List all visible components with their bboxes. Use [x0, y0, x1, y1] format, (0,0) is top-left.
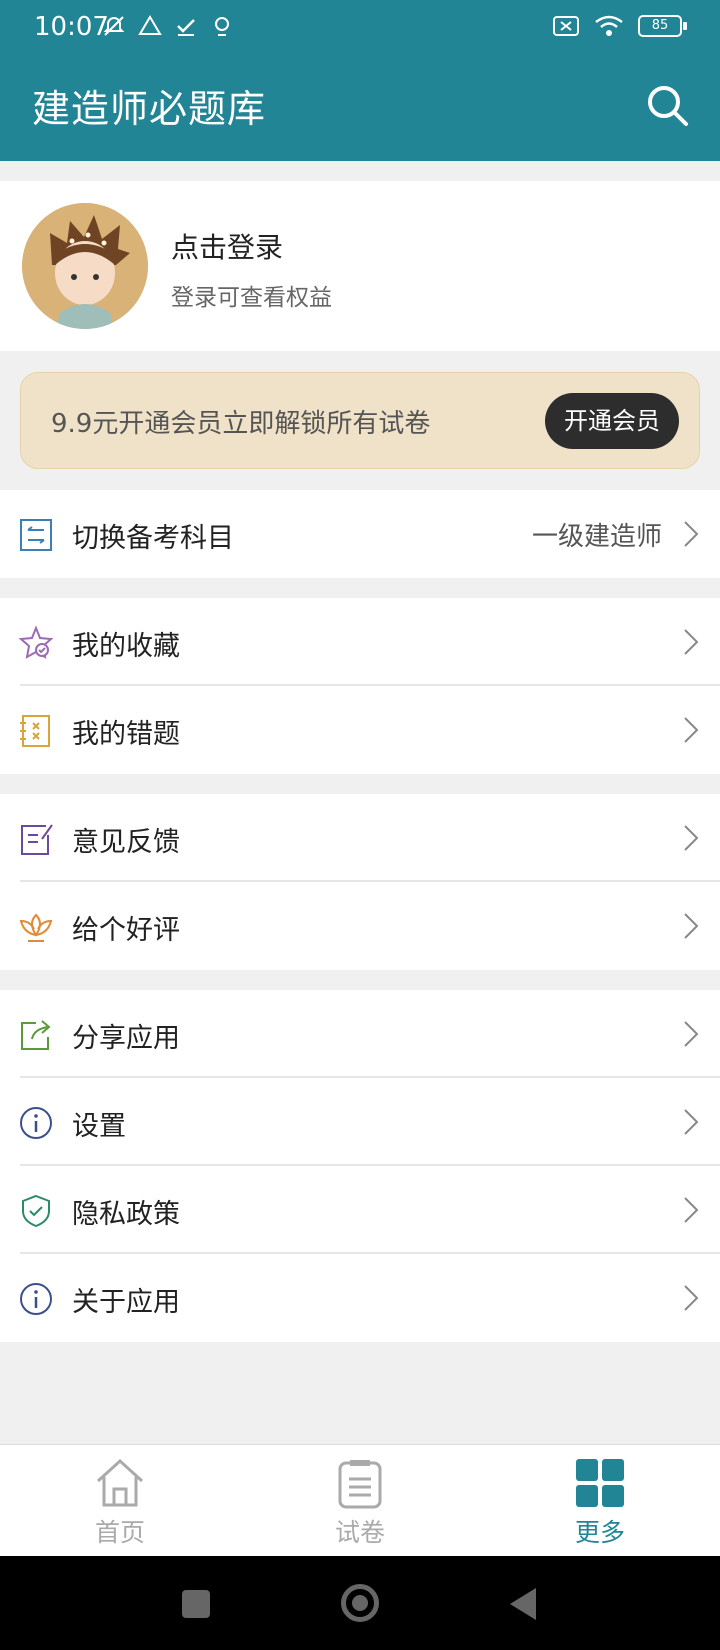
- bottom-tab-bar: 首页 试卷 更多: [0, 1444, 720, 1556]
- subject-section: 切换备考科目 一级建造师: [0, 490, 720, 578]
- search-icon[interactable]: [644, 82, 690, 128]
- profile-card[interactable]: 点击登录 登录可查看权益: [0, 181, 720, 351]
- chevron-right-icon: [684, 1285, 699, 1311]
- menu-item-label: 隐私政策: [72, 1199, 180, 1230]
- tab-label: 更多: [574, 1518, 625, 1547]
- menu-item-label: 我的错题: [72, 719, 180, 750]
- switch-subject-row[interactable]: 切换备考科目 一级建造师: [0, 490, 720, 578]
- vip-banner[interactable]: 9.9元开通会员立即解锁所有试卷 开通会员: [20, 372, 700, 469]
- chevron-right-icon: [684, 1109, 699, 1135]
- check-icon: [177, 19, 195, 36]
- menu-item-settings[interactable]: 设置: [0, 1078, 720, 1166]
- chevron-right-icon: [684, 825, 699, 851]
- status-right: 85: [552, 14, 687, 38]
- chevron-right-icon: [684, 1021, 699, 1047]
- avatar[interactable]: [22, 203, 148, 329]
- lotus-icon: [19, 913, 53, 942]
- current-subject: 一级建造师: [531, 522, 662, 552]
- home-button[interactable]: [341, 1584, 379, 1622]
- paper-icon: [338, 1460, 382, 1509]
- location-icon: [215, 17, 229, 36]
- menu-item-about[interactable]: 关于应用: [0, 1254, 720, 1342]
- vip-banner-text: 9.9元开通会员立即解锁所有试卷: [51, 409, 431, 439]
- tab-label: 首页: [94, 1518, 145, 1547]
- status-bar: 10:07 85: [0, 0, 720, 54]
- system-nav-bar: [0, 1556, 720, 1650]
- menu-item-feedback[interactable]: 意见反馈: [0, 794, 720, 882]
- status-icons: [102, 14, 234, 40]
- wifi-icon: [595, 15, 623, 36]
- menu-item-rate[interactable]: 给个好评: [0, 882, 720, 970]
- status-time: 10:07: [34, 12, 109, 42]
- chevron-right-icon: [684, 521, 699, 547]
- battery-indicator: 85: [638, 15, 687, 37]
- feedback-icon: [21, 824, 53, 855]
- tab-papers[interactable]: 试卷: [240, 1445, 480, 1557]
- menu-item-label: 我的收藏: [72, 631, 180, 662]
- shield-icon: [22, 1194, 50, 1228]
- menu-item-label: 给个好评: [72, 915, 180, 946]
- open-vip-button[interactable]: 开通会员: [545, 393, 679, 449]
- chevron-right-icon: [684, 717, 699, 743]
- tab-label: 试卷: [334, 1518, 385, 1547]
- chevron-right-icon: [684, 1197, 699, 1223]
- switch-subject-label: 切换备考科目: [72, 523, 234, 554]
- app-title: 建造师必题库: [32, 87, 267, 131]
- chevron-right-icon: [684, 629, 699, 655]
- info-icon: [20, 1107, 52, 1139]
- mistakes-icon: [20, 715, 50, 747]
- menu-item-mistakes[interactable]: 我的错题: [0, 686, 720, 774]
- avatar-illustration: [22, 203, 148, 329]
- app-header: 10:07 85 建造师必题库: [0, 0, 720, 161]
- menu-item-favorites[interactable]: 我的收藏: [0, 598, 720, 686]
- login-subtitle: 登录可查看权益: [171, 285, 332, 311]
- switch-icon: [20, 519, 52, 551]
- login-prompt[interactable]: 点击登录: [171, 226, 283, 266]
- chevron-right-icon: [684, 913, 699, 939]
- tab-more[interactable]: 更多: [480, 1445, 720, 1557]
- menu-item-label: 关于应用: [72, 1287, 180, 1318]
- home-icon: [96, 1458, 144, 1507]
- menu-item-label: 分享应用: [72, 1023, 180, 1054]
- drive-icon: [138, 15, 162, 35]
- menu-group-personal: 我的收藏 我的错题: [0, 598, 720, 774]
- tab-home[interactable]: 首页: [0, 1445, 240, 1557]
- info-icon: [20, 1283, 52, 1315]
- mute-icon: [103, 16, 125, 36]
- menu-item-label: 意见反馈: [72, 827, 180, 858]
- menu-item-label: 设置: [72, 1111, 126, 1142]
- sim-off-icon: [553, 16, 579, 36]
- favorites-icon: [18, 625, 54, 659]
- menu-item-share[interactable]: 分享应用: [0, 990, 720, 1078]
- menu-item-privacy[interactable]: 隐私政策: [0, 1166, 720, 1254]
- recent-apps-button[interactable]: [182, 1590, 210, 1618]
- menu-group-app: 分享应用 设置 隐私政策 关于应用: [0, 990, 720, 1342]
- back-button[interactable]: [510, 1588, 536, 1620]
- share-icon: [21, 1020, 51, 1050]
- menu-group-feedback: 意见反馈 给个好评: [0, 794, 720, 970]
- grid-icon: [576, 1459, 624, 1507]
